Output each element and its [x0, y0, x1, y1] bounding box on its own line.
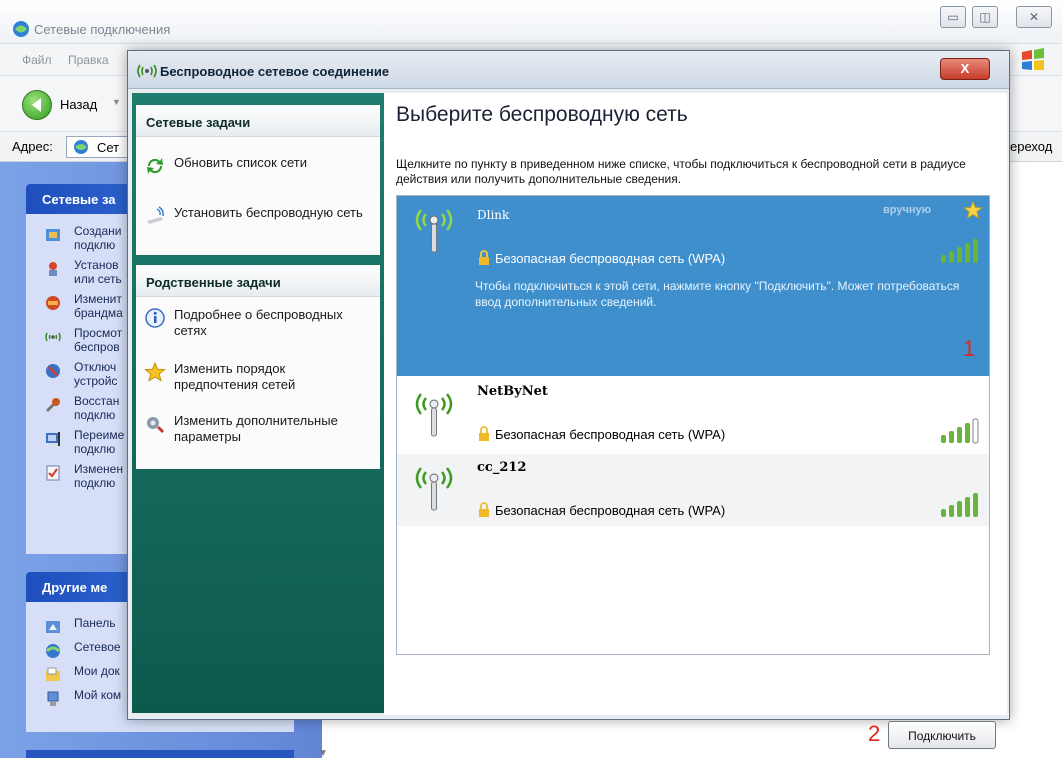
windows-logo-icon — [1022, 48, 1044, 70]
back-dropdown-icon[interactable]: ▼ — [112, 97, 121, 107]
properties-icon — [46, 465, 60, 481]
disable-device-icon — [46, 364, 60, 378]
network-security: Безопасная беспроводная сеть (WPA) — [477, 502, 725, 518]
network-item-dlink[interactable]: Dlink вручную Безопасная беспроводная се… — [397, 196, 989, 376]
network-item-cc212[interactable]: cc_212 Безопасная беспроводная сеть (WPA… — [397, 454, 989, 526]
network-globe-icon — [13, 21, 29, 37]
related-tasks-title: Родственные задачи — [136, 265, 380, 297]
network-security: Безопасная беспроводная сеть (WPA) — [477, 426, 725, 442]
wireless-network-list: Dlink вручную Безопасная беспроводная се… — [396, 195, 990, 655]
advanced-settings-icon — [147, 417, 165, 434]
menu-edit[interactable]: Правка — [68, 53, 109, 67]
step-marker-1: 1 — [963, 336, 976, 361]
back-button[interactable]: Назад — [60, 97, 97, 112]
antenna-icon — [415, 393, 453, 437]
instructions-text: Щелкните по пункту в приведенном ниже сп… — [396, 157, 966, 186]
manual-label: вручную — [883, 204, 931, 216]
network-tasks-title: Сетевые задачи — [136, 105, 380, 137]
network-tasks-panel: Сетевые задачи Обновить список сети Уста… — [136, 105, 380, 255]
bg-titlebar: Сетевые подключения ▭ ◫ ✕ — [0, 0, 1062, 44]
star-icon — [144, 361, 166, 382]
address-input[interactable]: Сет — [66, 136, 130, 158]
menu-file[interactable]: Файл — [22, 53, 52, 67]
minimize-button[interactable]: ▭ — [940, 6, 966, 28]
bg-window-title: Сетевые подключения — [34, 22, 171, 37]
network-folder-icon — [74, 140, 88, 154]
lock-icon — [479, 250, 489, 265]
dialog-task-pane: Сетевые задачи Обновить список сети Уста… — [132, 93, 384, 713]
step-marker-2: 2 — [868, 721, 881, 746]
page-title: Выберите беспроводную сеть — [396, 103, 688, 126]
refresh-icon — [147, 158, 163, 174]
address-label: Адрес: — [12, 139, 53, 154]
my-computer-icon — [47, 691, 59, 706]
new-connection-icon — [46, 229, 60, 241]
info-icon — [145, 308, 165, 328]
signal-strength-icon — [941, 418, 979, 444]
network-name: Dlink — [477, 208, 510, 222]
network-security: Безопасная беспроводная сеть (WPA) — [477, 250, 725, 266]
connect-hint: Чтобы подключиться к этой сети, нажмите … — [475, 279, 960, 309]
dialog-title: Беспроводное сетевое соединение — [160, 64, 390, 79]
antenna-icon — [415, 467, 453, 511]
wireless-title-icon — [137, 64, 157, 78]
network-item-netbynet[interactable]: NetByNet Безопасная беспроводная сеть (W… — [397, 378, 989, 452]
address-value: Сет — [97, 140, 120, 155]
my-documents-icon — [46, 667, 60, 681]
repair-icon — [45, 398, 60, 413]
wireless-setup-icon — [147, 206, 164, 224]
wireless-icon — [45, 332, 61, 342]
lock-icon — [479, 502, 489, 517]
network-name: NetByNet — [477, 384, 548, 399]
task-panel-title — [26, 750, 294, 758]
dialog-close-button[interactable]: X — [940, 58, 990, 80]
go-button[interactable]: ереход — [1010, 139, 1052, 154]
wireless-connection-dialog: Беспроводное сетевое соединение X Сетевы… — [127, 50, 1010, 749]
connect-button[interactable]: Подключить — [888, 721, 996, 749]
preferred-star-icon — [963, 200, 983, 219]
signal-strength-icon — [941, 493, 978, 517]
signal-strength-icon — [941, 239, 978, 263]
related-tasks-panel: Родственные задачи Подробнее о беспровод… — [136, 265, 380, 469]
back-arrow-icon[interactable] — [22, 90, 52, 120]
bg-close-button[interactable]: ✕ — [1016, 6, 1052, 28]
scroll-down-icon[interactable]: ▼ — [318, 748, 328, 759]
dialog-main: Выберите беспроводную сеть Щелкните по п… — [384, 93, 1007, 749]
network-places-icon — [45, 644, 61, 658]
rename-icon — [46, 432, 60, 446]
control-panel-icon — [46, 621, 60, 633]
maximize-button[interactable]: ◫ — [972, 6, 998, 28]
lock-icon — [479, 426, 489, 441]
dialog-titlebar: Беспроводное сетевое соединение X — [128, 51, 1009, 89]
network-name: cc_212 — [477, 460, 527, 475]
firewall-icon — [46, 296, 60, 310]
setup-network-icon — [49, 262, 57, 276]
antenna-icon — [415, 209, 453, 253]
